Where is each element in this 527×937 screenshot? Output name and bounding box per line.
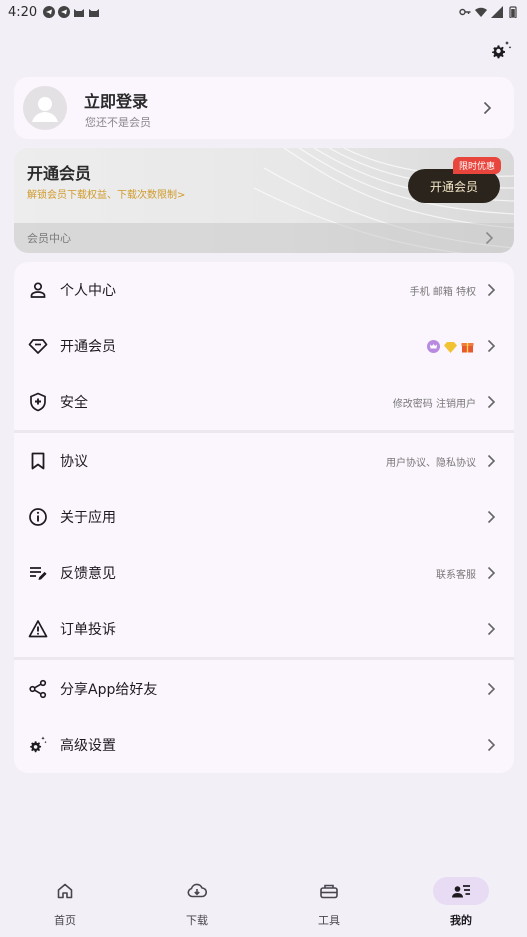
home-icon (57, 883, 73, 899)
toolbox-icon (320, 884, 338, 899)
nav-icon-container (433, 877, 489, 905)
chevron-right-icon (487, 566, 496, 580)
chevron-right-icon (487, 738, 496, 752)
profile-list-icon (452, 885, 470, 898)
gold-diamond-icon (444, 341, 457, 353)
menu-item-label: 分享App给好友 (60, 682, 158, 698)
menu-item-order-complaint[interactable]: 订单投诉 (14, 601, 514, 657)
vip-title: 开通会员 (27, 164, 92, 183)
wifi-icon (475, 7, 487, 17)
menu-item-hint: 联系客服 (436, 569, 476, 581)
menu-item-hint: 手机 邮箱 特权 (409, 286, 476, 298)
battery-icon (509, 6, 517, 18)
menu-item-about-app[interactable]: 关于应用 (14, 489, 514, 545)
vip-perk-icons (427, 339, 474, 353)
status-bar: 4:20 (0, 0, 527, 24)
nav-item-home[interactable]: 首页 (25, 867, 105, 937)
chevron-right-icon (487, 454, 496, 468)
menu-item-open-vip[interactable]: 开通会员 (14, 318, 514, 374)
nav-icon-container (301, 877, 357, 905)
telegram-icon (58, 6, 71, 18)
edit-list-icon (30, 567, 47, 580)
menu-item-label: 订单投诉 (60, 622, 116, 638)
nav-item-tools[interactable]: 工具 (289, 867, 369, 937)
vip-crown-icon (427, 339, 440, 353)
open-vip-button[interactable]: 开通会员 (408, 169, 500, 203)
chevron-right-icon (487, 339, 496, 353)
menu-item-label: 高级设置 (60, 738, 116, 754)
telegram-icon (43, 6, 56, 18)
menu-item-label: 个人中心 (60, 283, 116, 299)
key-icon (459, 8, 471, 16)
menu-item-agreement[interactable]: 协议 用户协议、隐私协议 (14, 433, 514, 489)
vip-subtitle[interactable]: 解锁会员下载权益、下载次数限制> (27, 186, 185, 201)
share-icon (29, 679, 47, 699)
notification-icons (43, 6, 100, 18)
settings-icon (30, 736, 47, 753)
chevron-right-icon (485, 231, 494, 245)
limited-offer-badge: 限时优惠 (452, 157, 501, 174)
menu-item-label: 安全 (60, 395, 88, 411)
menu-item-share-app[interactable]: 分享App给好友 (14, 661, 514, 717)
menu-item-security[interactable]: 安全 修改密码 注销用户 (14, 374, 514, 430)
signal-icon (491, 6, 503, 18)
vip-center-label: 会员中心 (27, 232, 71, 245)
bottom-navigation: 首页 下载 工具 我的 (0, 867, 527, 937)
nav-label: 下载 (186, 914, 208, 927)
nav-label: 工具 (318, 914, 340, 927)
cat-app-icon (89, 9, 100, 17)
menu-item-advanced-settings[interactable]: 高级设置 (14, 717, 514, 773)
nav-item-mine[interactable]: 我的 (421, 867, 501, 937)
menu-card: 个人中心 手机 邮箱 特权 开通会员 安全 修改密码 注销用户 协议 用户协议、… (14, 262, 514, 773)
chevron-right-icon (487, 622, 496, 636)
avatar (23, 86, 67, 130)
cat-app-icon (74, 9, 85, 17)
nav-label: 首页 (54, 914, 76, 927)
person-icon (30, 282, 46, 298)
chevron-right-icon (487, 682, 496, 696)
menu-item-label: 反馈意见 (60, 566, 116, 582)
menu-item-label: 开通会员 (60, 339, 116, 355)
warning-icon (28, 620, 48, 638)
vip-center-row[interactable]: 会员中心 (14, 223, 514, 253)
settings-gear-icon[interactable] (489, 39, 513, 63)
default-avatar-icon (32, 97, 58, 122)
menu-item-profile-center[interactable]: 个人中心 手机 邮箱 特权 (14, 262, 514, 318)
chevron-right-icon (487, 283, 496, 297)
status-time: 4:20 (8, 4, 38, 20)
nav-item-download[interactable]: 下载 (157, 867, 237, 937)
cloud-download-icon (187, 883, 207, 898)
login-subtitle: 您还不是会员 (85, 116, 151, 129)
chevron-right-icon (483, 101, 492, 115)
vip-card[interactable]: 开通会员 解锁会员下载权益、下载次数限制> 开通会员 限时优惠 会员中心 (14, 148, 514, 253)
login-title: 立即登录 (84, 92, 149, 111)
shield-icon (30, 392, 46, 412)
info-icon (29, 508, 47, 526)
menu-item-hint: 修改密码 注销用户 (392, 398, 476, 410)
chevron-right-icon (487, 510, 496, 524)
menu-item-label: 协议 (60, 454, 88, 470)
login-card[interactable]: 立即登录 您还不是会员 (14, 77, 514, 139)
nav-icon-container (169, 877, 225, 905)
diamond-icon (28, 339, 48, 354)
nav-icon-container (37, 877, 93, 905)
chevron-right-icon (487, 395, 496, 409)
gift-icon (461, 342, 474, 352)
menu-item-label: 关于应用 (60, 510, 116, 526)
menu-item-hint: 用户协议、隐私协议 (386, 457, 476, 469)
nav-label: 我的 (450, 914, 472, 927)
section-divider (14, 657, 514, 660)
menu-item-feedback[interactable]: 反馈意见 联系客服 (14, 545, 514, 601)
bookmark-icon (31, 452, 45, 470)
